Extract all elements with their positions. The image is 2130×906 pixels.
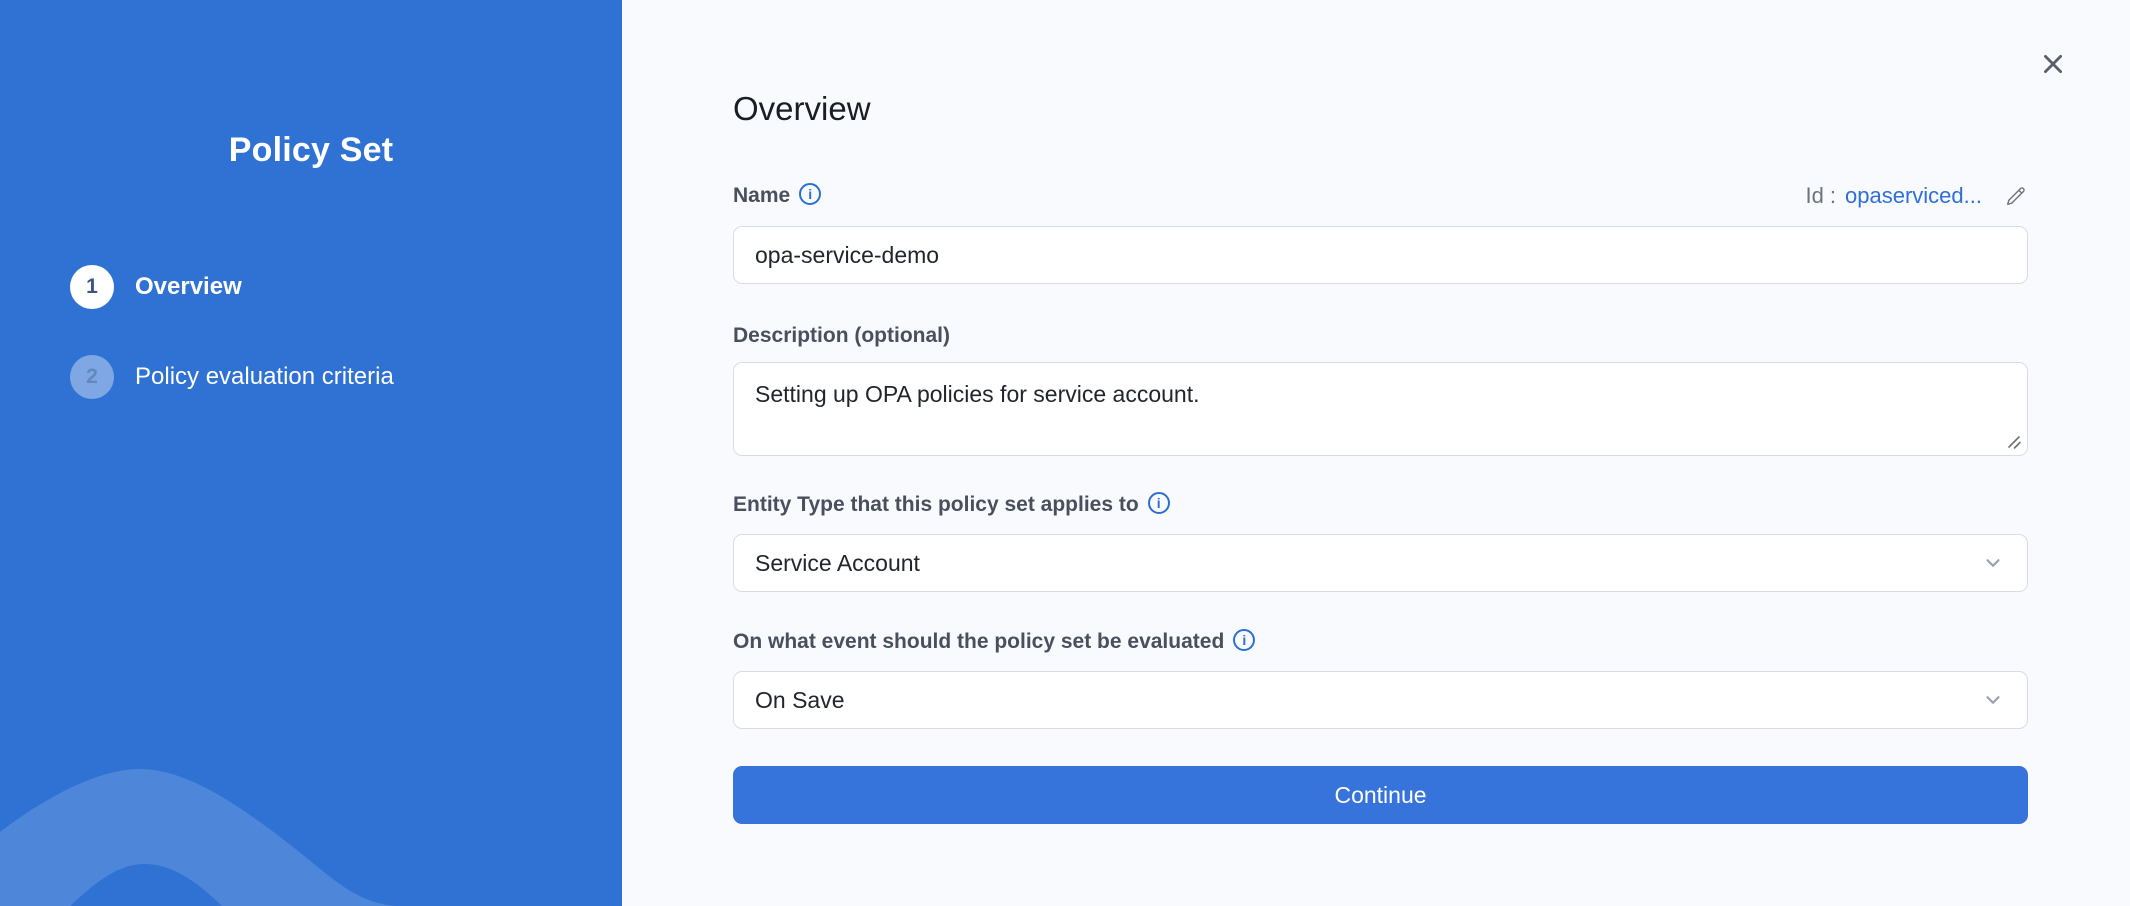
edit-id-button[interactable] bbox=[2003, 184, 2028, 209]
sidebar-step-policy-evaluation-criteria[interactable]: 2 Policy evaluation criteria bbox=[70, 355, 394, 399]
description-field: Setting up OPA policies for service acco… bbox=[733, 362, 2028, 456]
step-1-number-badge: 1 bbox=[70, 265, 114, 309]
entity-type-label: Entity Type that this policy set applies… bbox=[733, 493, 1139, 517]
name-label: Name bbox=[733, 184, 790, 208]
wizard-sidebar: Policy Set 1 Overview 2 Policy evaluatio… bbox=[0, 0, 622, 906]
event-label: On what event should the policy set be e… bbox=[733, 630, 1224, 654]
entity-id-label: Id : bbox=[1805, 183, 1836, 209]
entity-type-select[interactable]: Service Account bbox=[733, 534, 2028, 592]
wizard-title: Policy Set bbox=[0, 131, 622, 170]
event-select[interactable]: On Save bbox=[733, 671, 2028, 729]
step-2-number-badge: 2 bbox=[70, 355, 114, 399]
policy-set-wizard-dialog: Policy Set 1 Overview 2 Policy evaluatio… bbox=[0, 0, 2130, 906]
entity-type-info-icon[interactable] bbox=[1148, 492, 1170, 514]
step-1-label: Overview bbox=[135, 273, 242, 301]
page-title: Overview bbox=[733, 90, 871, 128]
wave-decoration bbox=[0, 706, 622, 906]
entity-type-selected-value: Service Account bbox=[755, 550, 920, 577]
step-2-label: Policy evaluation criteria bbox=[135, 363, 394, 391]
dialog-panel: Overview Name Id : opaserviced... Descri… bbox=[622, 0, 2130, 906]
description-textarea[interactable]: Setting up OPA policies for service acco… bbox=[733, 362, 2028, 456]
close-button[interactable] bbox=[2035, 46, 2071, 82]
chevron-down-icon bbox=[1982, 689, 2004, 711]
event-field-header: On what event should the policy set be e… bbox=[733, 626, 2028, 658]
chevron-down-icon bbox=[1982, 552, 2004, 574]
event-info-icon[interactable] bbox=[1233, 629, 1255, 651]
entity-type-field-header: Entity Type that this policy set applies… bbox=[733, 489, 2028, 521]
name-info-icon[interactable] bbox=[799, 183, 821, 205]
close-icon bbox=[2040, 51, 2066, 77]
description-field-header: Description (optional) bbox=[733, 320, 2028, 352]
description-label: Description (optional) bbox=[733, 324, 950, 348]
name-field-header: Name Id : opaserviced... bbox=[733, 180, 2028, 212]
event-selected-value: On Save bbox=[755, 687, 845, 714]
entity-id-link[interactable]: opaserviced... bbox=[1845, 183, 1982, 209]
name-input[interactable] bbox=[733, 226, 2028, 284]
pencil-icon bbox=[2003, 184, 2028, 209]
continue-button[interactable]: Continue bbox=[733, 766, 2028, 824]
sidebar-step-overview[interactable]: 1 Overview bbox=[70, 265, 242, 309]
